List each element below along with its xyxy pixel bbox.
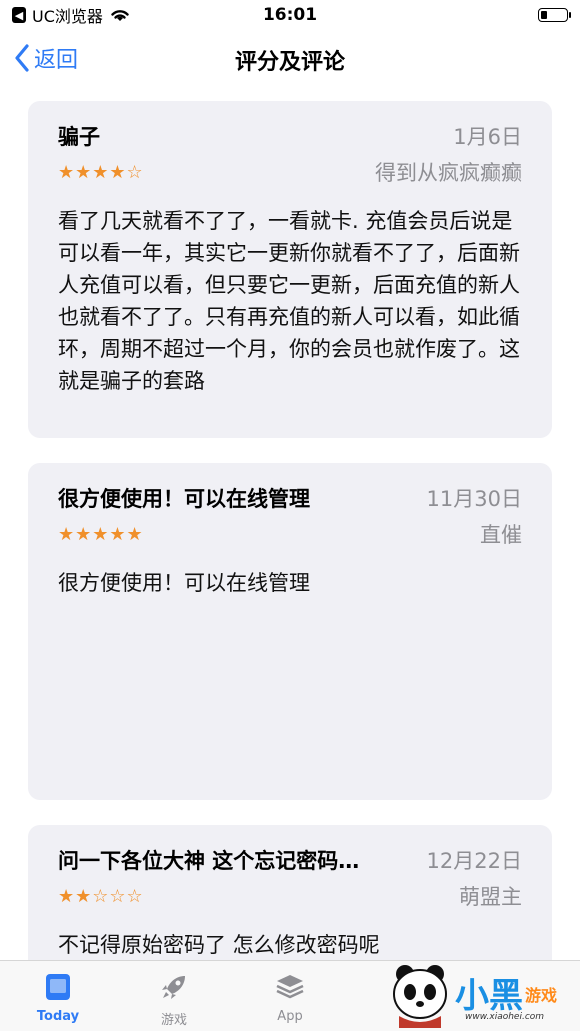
back-app-label: UC浏览器 [32, 7, 103, 26]
review-title: 骗子 [58, 125, 100, 149]
review-author: 萌盟主 [459, 885, 522, 909]
battery-icon [538, 8, 571, 22]
tab-games[interactable]: 游戏 [116, 961, 232, 1028]
review-date: 1月6日 [453, 125, 522, 149]
back-label: 返回 [34, 48, 79, 73]
panda-logo [393, 965, 447, 1028]
review-title: 很方便使用！可以在线管理 [58, 487, 310, 511]
tab-label: App [277, 1009, 303, 1024]
rocket-icon [158, 971, 190, 1003]
tab-label: 游戏 [160, 1013, 187, 1028]
battery-fill [541, 11, 547, 19]
watermark-sub: 游戏 [525, 986, 558, 1005]
tab-label: Today [36, 1009, 80, 1024]
review-date: 11月30日 [426, 487, 522, 511]
review-card[interactable]: 很方便使用！可以在线管理 11月30日 ★★★★★ 直催 很方便使用！可以在线管… [28, 463, 552, 800]
layers-icon [274, 971, 306, 1003]
tab-today[interactable]: Today [0, 961, 116, 1024]
chevron-left-icon [15, 44, 29, 72]
review-body: 不记得原始密码了 怎么修改密码呢 [58, 933, 380, 957]
wifi-icon [111, 10, 129, 21]
star-rating: ★★★★★ [58, 523, 144, 545]
back-arrow-icon: ◀ [12, 7, 26, 23]
watermark-text: 小黑 [455, 976, 523, 1016]
review-body: 很方便使用！可以在线管理 [58, 571, 310, 595]
page-title: 评分及评论 [234, 50, 345, 75]
review-title: 问一下各位大神 这个忘记密码… [58, 849, 360, 873]
tab-apps[interactable]: App [232, 961, 348, 1024]
review-card[interactable]: 骗子 1月6日 ★★★★☆ 得到从疯疯癫癫 看了几天就看不了了，一看就卡. 充值… [28, 101, 552, 438]
review-author: 直催 [480, 523, 522, 547]
watermark-url: www.xiaohei.com [465, 1012, 545, 1022]
today-icon [42, 971, 74, 1003]
star-rating: ★★☆☆☆ [58, 885, 144, 907]
watermark: 小黑 游戏 www.xiaohei.com [385, 962, 575, 1028]
back-button[interactable]: 返回 [14, 42, 78, 74]
review-date: 12月22日 [426, 849, 522, 873]
review-body: 看了几天就看不了了，一看就卡. 充值会员后说是可以看一年，其实它一更新你就看不了… [58, 209, 520, 393]
status-back-app[interactable]: ◀ UC浏览器 [12, 3, 131, 27]
nav-bar: 返回 评分及评论 [0, 30, 580, 90]
star-rating: ★★★★☆ [58, 161, 144, 183]
review-author: 得到从疯疯癫癫 [375, 161, 522, 185]
status-bar: ◀ UC浏览器 16:01 [0, 0, 580, 30]
